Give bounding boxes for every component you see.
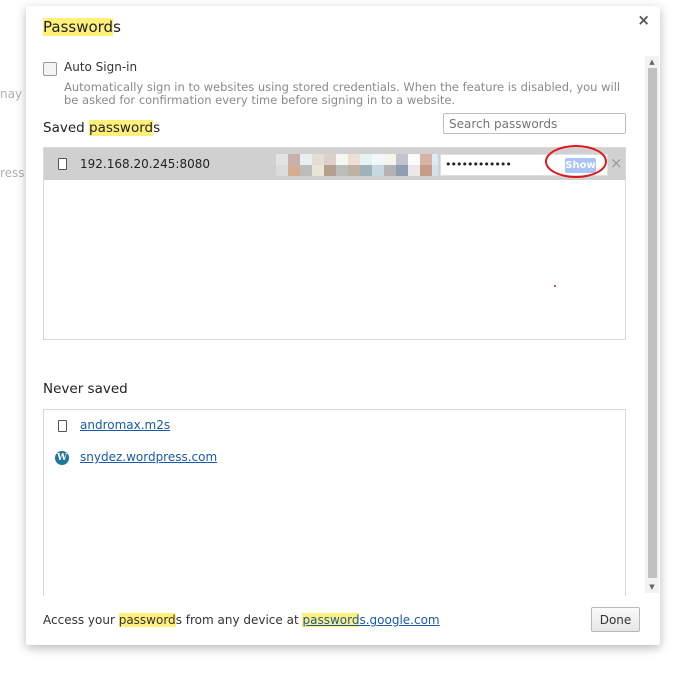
passwords-google-link[interactable]: passwords.google.com bbox=[302, 613, 440, 627]
auto-signin-checkbox[interactable] bbox=[43, 62, 57, 76]
dialog-title: Passwords bbox=[43, 18, 121, 36]
annotation-dot bbox=[554, 285, 556, 287]
auto-signin-label[interactable]: Auto Sign-in bbox=[64, 60, 137, 74]
never-saved-item[interactable]: andromax.m2s bbox=[44, 410, 625, 442]
saved-site: 192.168.20.245:8080 bbox=[80, 157, 211, 171]
passwords-dialog: Passwords × Auto Sign-in Automatically s… bbox=[26, 6, 660, 645]
saved-passwords-heading: Saved passwords bbox=[43, 120, 161, 136]
search-passwords-input[interactable] bbox=[443, 113, 626, 134]
file-icon bbox=[58, 158, 67, 170]
dialog-content: Auto Sign-in Automatically sign in to we… bbox=[26, 56, 646, 596]
saved-password-row[interactable]: 192.168.20.245:8080 •••••••••••• Show × bbox=[44, 145, 625, 180]
never-saved-item[interactable]: W snydez.wordpress.com bbox=[44, 442, 625, 474]
close-icon[interactable]: × bbox=[637, 11, 650, 29]
never-saved-site-link[interactable]: snydez.wordpress.com bbox=[80, 450, 217, 464]
scroll-down-arrow-icon[interactable]: ▼ bbox=[645, 581, 659, 593]
never-saved-heading: Never saved bbox=[43, 381, 128, 397]
never-saved-site-link[interactable]: andromax.m2s bbox=[80, 418, 170, 432]
auto-signin-description: Automatically sign in to websites using … bbox=[64, 80, 621, 107]
saved-passwords-list: 192.168.20.245:8080 •••••••••••• Show × bbox=[43, 145, 626, 340]
file-icon bbox=[58, 420, 67, 432]
scroll-up-arrow-icon[interactable]: ▲ bbox=[645, 56, 659, 68]
wordpress-icon: W bbox=[55, 451, 69, 465]
footer-text: Access your passwords from any device at… bbox=[43, 613, 440, 627]
never-saved-list: andromax.m2s W snydez.wordpress.com bbox=[43, 409, 626, 596]
annotation-ring bbox=[545, 145, 607, 178]
scrollbar[interactable]: ▲ ▼ bbox=[645, 56, 659, 593]
remove-password-icon[interactable]: × bbox=[610, 154, 623, 172]
done-button[interactable]: Done bbox=[591, 607, 640, 632]
password-mask: •••••••••••• bbox=[445, 158, 512, 171]
scrollbar-thumb[interactable] bbox=[648, 68, 657, 578]
username-field-pixelated bbox=[276, 154, 438, 176]
